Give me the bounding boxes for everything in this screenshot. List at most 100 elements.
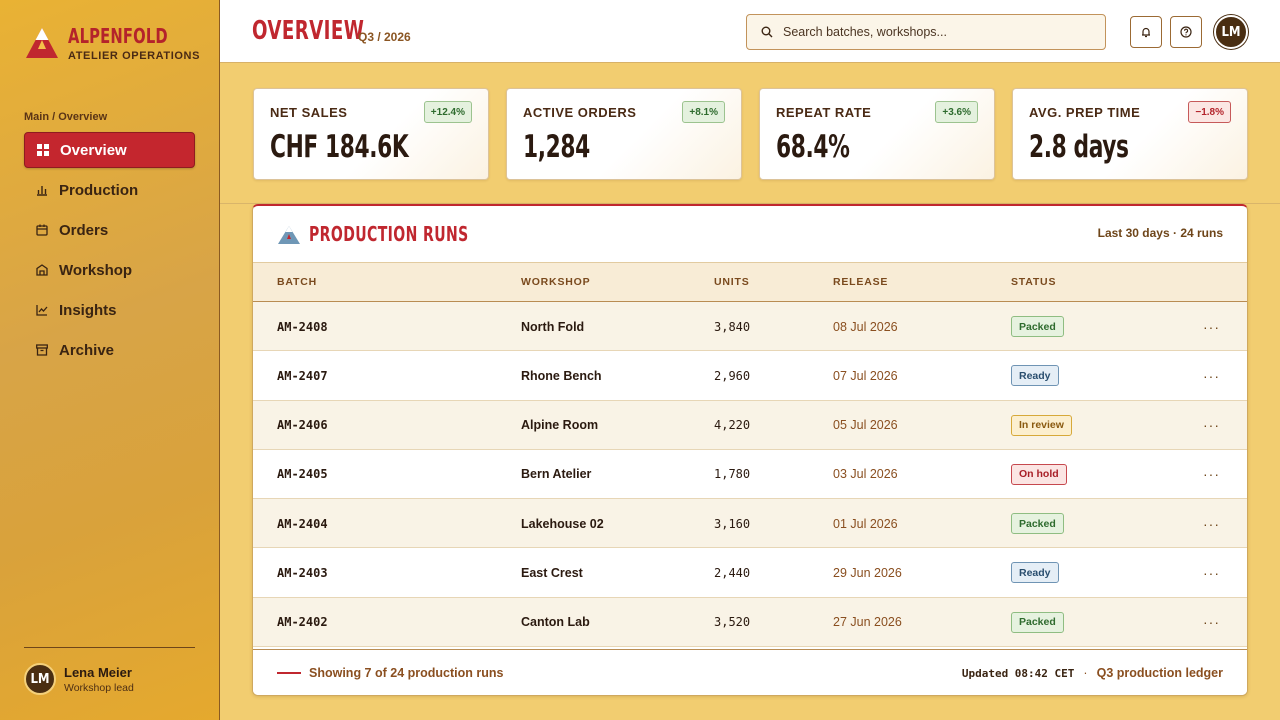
sidebar-item-production[interactable]: Production (24, 172, 195, 208)
kpi-card-active-orders[interactable]: ACTIVE ORDERS +8.1% 1,284 (506, 88, 742, 180)
column-header-release[interactable]: RELEASE (833, 276, 888, 288)
archive-icon (36, 344, 48, 356)
table-row[interactable]: AM-2406 Alpine Room 4,220 05 Jul 2026 In… (253, 400, 1247, 450)
units-cell: 3,840 (714, 319, 751, 334)
column-header-units[interactable]: UNITS (714, 276, 750, 288)
sidebar-item-insights[interactable]: Insights (24, 292, 195, 328)
kpi-delta-badge: +12.4% (423, 101, 472, 123)
column-header-batch[interactable]: BATCH (277, 276, 317, 288)
user-profile[interactable]: LM Lena Meier Workshop lead (24, 663, 134, 695)
status-cell: On hold (1011, 450, 1067, 499)
kpi-delta-badge: −1.8% (1188, 101, 1231, 123)
sidebar-item-label: Insights (59, 301, 117, 319)
status-badge: Packed (1011, 513, 1064, 535)
units-cell: 3,160 (714, 516, 751, 531)
table-row[interactable]: AM-2407 Rhone Bench 2,960 07 Jul 2026 Re… (253, 351, 1247, 401)
table-row[interactable]: AM-2404 Lakehouse 02 3,160 01 Jul 2026 P… (253, 499, 1247, 549)
row-actions-button[interactable]: ··· (1203, 351, 1220, 400)
batch-cell: AM-2405 (277, 467, 328, 482)
release-cell: 27 Jun 2026 (833, 615, 902, 630)
status-badge: Ready (1011, 365, 1059, 387)
table-header: BATCH WORKSHOP UNITS RELEASE STATUS (253, 262, 1247, 302)
table-row[interactable]: AM-2405 Bern Atelier 1,780 03 Jul 2026 O… (253, 450, 1247, 500)
sidebar-item-label: Orders (59, 221, 109, 239)
status-badge: Packed (1011, 611, 1064, 633)
top-header: OVERVIEW Q3 / 2026 LM (220, 0, 1280, 63)
batch-cell: AM-2404 (277, 516, 328, 531)
user-role: Workshop lead (64, 681, 134, 694)
kpi-value: 2.8 days (1029, 129, 1129, 165)
release-cell: 07 Jul 2026 (833, 368, 898, 383)
brand[interactable]: ALPENFOLD ATELIER OPERATIONS (24, 24, 200, 62)
table-row[interactable]: AM-2403 East Crest 2,440 29 Jun 2026 Rea… (253, 548, 1247, 598)
workshop-cell: Canton Lab (521, 615, 590, 630)
sidebar: ALPENFOLD ATELIER OPERATIONS Main / Over… (0, 0, 220, 720)
kpi-label: AVG. PREP TIME (1029, 105, 1141, 120)
header-avatar[interactable]: LM (1214, 15, 1248, 49)
notifications-button[interactable] (1130, 16, 1162, 48)
period-label: Q3 / 2026 (358, 30, 411, 44)
sidebar-divider (24, 647, 195, 648)
showing-count: Showing 7 of 24 production runs (309, 666, 504, 680)
kpi-value: 1,284 (523, 129, 590, 165)
status-cell: In review (1011, 401, 1072, 450)
column-header-status[interactable]: STATUS (1011, 276, 1056, 288)
row-actions-button[interactable]: ··· (1203, 548, 1220, 597)
sidebar-item-label: Workshop (59, 261, 133, 279)
footer-meta: Updated 08:42 CET · Q3 production ledger (962, 666, 1223, 680)
kpi-delta-badge: +8.1% (682, 101, 725, 123)
search-input[interactable] (783, 25, 1083, 39)
page-title: OVERVIEW (252, 16, 365, 46)
row-actions-button[interactable]: ··· (1203, 302, 1220, 351)
search-box[interactable] (746, 14, 1106, 50)
sidebar-item-workshop[interactable]: Workshop (24, 252, 195, 288)
brand-name: ALPENFOLD (68, 24, 168, 48)
sidebar-item-overview[interactable]: Overview (24, 132, 195, 168)
batch-cell: AM-2406 (277, 418, 328, 433)
workshop-cell: Alpine Room (521, 418, 599, 433)
kpi-card-net-sales[interactable]: NET SALES +12.4% CHF 184.6K (253, 88, 489, 180)
brand-subtitle: ATELIER OPERATIONS (68, 50, 201, 62)
sidebar-nav: Overview Production Orders Workshop Insi… (24, 132, 195, 372)
mountain-logo-icon (26, 28, 58, 58)
sidebar-item-orders[interactable]: Orders (24, 212, 195, 248)
building-icon (36, 264, 48, 276)
release-cell: 01 Jul 2026 (833, 516, 898, 531)
kpi-value: CHF 184.6K (270, 129, 409, 165)
column-header-workshop[interactable]: WORKSHOP (521, 276, 590, 288)
sidebar-item-archive[interactable]: Archive (24, 332, 195, 368)
help-icon (1180, 26, 1192, 38)
workshop-cell: Rhone Bench (521, 368, 602, 383)
row-actions-button[interactable]: ··· (1203, 401, 1220, 450)
kpi-value: 68.4% (776, 129, 850, 165)
release-cell: 29 Jun 2026 (833, 565, 902, 580)
card-meta: Last 30 days · 24 runs (1097, 226, 1223, 240)
status-cell: Packed (1011, 499, 1064, 548)
row-actions-button[interactable]: ··· (1203, 450, 1220, 499)
table-row[interactable]: AM-2408 North Fold 3,840 08 Jul 2026 Pac… (253, 302, 1247, 352)
bell-icon (1142, 27, 1150, 38)
status-cell: Packed (1011, 598, 1064, 647)
help-button[interactable] (1170, 16, 1202, 48)
kpi-card-repeat-rate[interactable]: REPEAT RATE +3.6% 68.4% (759, 88, 995, 180)
search-icon (761, 26, 773, 38)
avatar: LM (24, 663, 56, 695)
units-cell: 2,960 (714, 368, 751, 383)
batch-cell: AM-2402 (277, 615, 328, 630)
batch-cell: AM-2408 (277, 319, 328, 334)
status-cell: Ready (1011, 548, 1059, 597)
status-badge: Packed (1011, 316, 1064, 337)
mountain-icon (278, 226, 300, 244)
row-actions-button[interactable]: ··· (1203, 598, 1220, 647)
row-actions-button[interactable]: ··· (1203, 499, 1220, 548)
units-cell: 3,520 (714, 615, 751, 630)
table-body: AM-2408 North Fold 3,840 08 Jul 2026 Pac… (253, 302, 1247, 648)
workshop-cell: Bern Atelier (521, 467, 592, 482)
kpi-label: ACTIVE ORDERS (523, 105, 637, 120)
sidebar-item-label: Overview (60, 141, 127, 159)
table-row[interactable]: AM-2402 Canton Lab 3,520 27 Jun 2026 Pac… (253, 597, 1247, 648)
footer-separator: · (1083, 666, 1088, 680)
release-cell: 05 Jul 2026 (833, 418, 898, 433)
kpi-card-avg-prep-time[interactable]: AVG. PREP TIME −1.8% 2.8 days (1012, 88, 1248, 180)
ledger-label[interactable]: Q3 production ledger (1097, 666, 1223, 680)
